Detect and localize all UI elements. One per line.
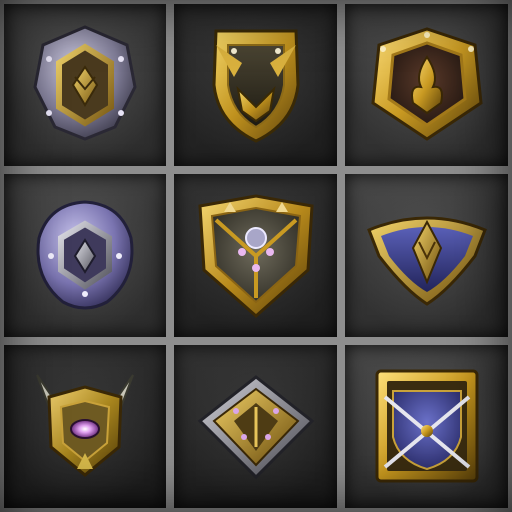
badge-sheet xyxy=(0,0,512,512)
horned-gold-shield-icon xyxy=(36,373,134,477)
heater-gold-shield-icon xyxy=(211,29,300,143)
badge-slot-9[interactable] xyxy=(341,341,512,512)
square-navy-shield-icon xyxy=(375,369,478,482)
badge-slot-3[interactable] xyxy=(341,0,512,170)
badge-slot-8[interactable] xyxy=(170,341,341,512)
ornate-stone-shield-icon xyxy=(197,193,314,318)
badge-slot-1[interactable] xyxy=(0,0,170,170)
badge-grid xyxy=(0,0,512,512)
round-violet-shield-icon xyxy=(36,199,134,309)
navy-kite-shield-icon xyxy=(366,216,487,306)
badge-slot-6[interactable] xyxy=(341,170,512,341)
diamond-steel-shield-icon xyxy=(197,374,314,479)
hex-gold-shield-icon xyxy=(370,27,483,141)
badge-slot-7[interactable] xyxy=(0,341,170,512)
round-steel-shield-icon xyxy=(33,25,137,141)
badge-slot-5[interactable] xyxy=(170,170,341,341)
badge-slot-4[interactable] xyxy=(0,170,170,341)
badge-slot-2[interactable] xyxy=(170,0,341,170)
